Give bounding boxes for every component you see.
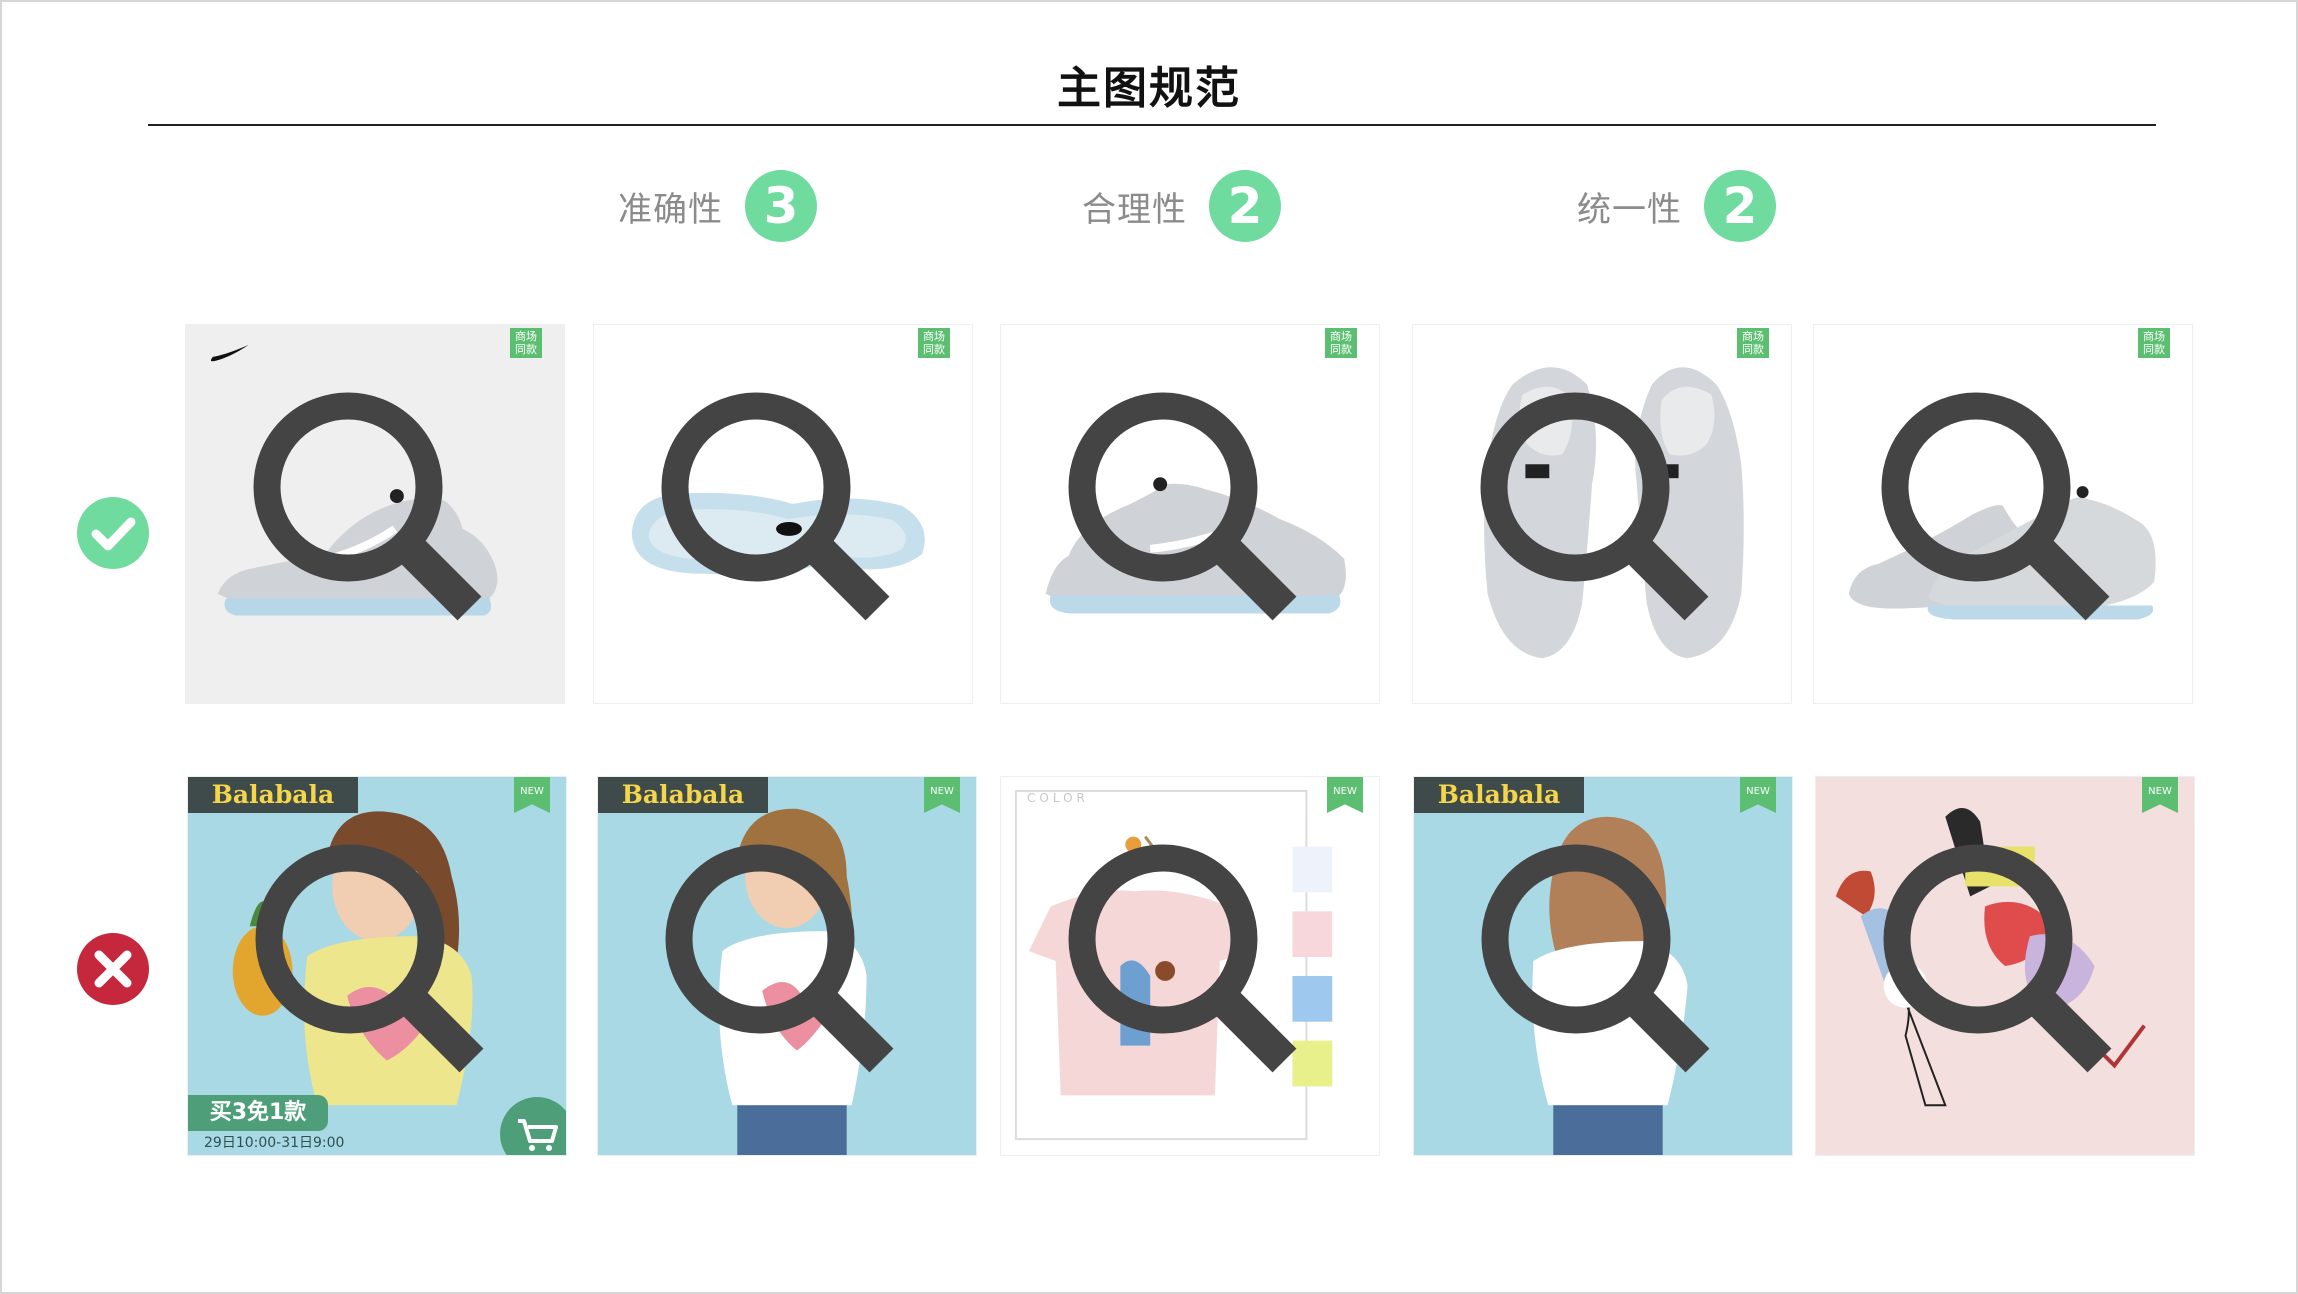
zoom-icon[interactable]	[188, 777, 566, 1155]
zoom-icon[interactable]	[1816, 777, 2194, 1155]
zoom-icon[interactable]	[598, 777, 976, 1155]
page-title: 主图规范	[1057, 63, 1241, 114]
kids-image-color-options[interactable]: COLOR NEW	[1000, 776, 1380, 1156]
zoom-icon[interactable]	[186, 325, 564, 703]
kids-image-back[interactable]: Balabala NEW	[1413, 776, 1793, 1156]
criterion-consistency: 统一性 2	[1577, 170, 1776, 242]
kids-image-front[interactable]: Balabala NEW	[597, 776, 977, 1156]
kids-image-pineapple[interactable]: Balabala NEW 买3免1款 29日10:00-31日9:00	[187, 776, 567, 1156]
shoe-image-side[interactable]: 商场同款	[1000, 324, 1380, 704]
checkmark-circle-icon	[77, 497, 149, 569]
zoom-icon[interactable]	[1814, 325, 2192, 703]
shoe-image-top[interactable]: 商场同款	[1412, 324, 1792, 704]
criterion-accuracy: 准确性 3	[618, 170, 817, 242]
shoe-image-pair[interactable]: 商场同款	[1813, 324, 2193, 704]
shoe-image-sole[interactable]: 商场同款	[593, 324, 973, 704]
criterion-label: 准确性	[618, 189, 723, 230]
zoom-icon[interactable]	[1413, 325, 1791, 703]
score-badge: 2	[1704, 170, 1776, 242]
kids-image-print-detail[interactable]: NEW	[1815, 776, 2195, 1156]
criterion-label: 合理性	[1082, 189, 1187, 230]
title-divider	[148, 124, 2156, 126]
zoom-icon[interactable]	[1001, 325, 1379, 703]
score-badge: 3	[745, 170, 817, 242]
criterion-label: 统一性	[1577, 189, 1682, 230]
zoom-icon[interactable]	[594, 325, 972, 703]
zoom-icon[interactable]	[1414, 777, 1792, 1155]
shoe-image-side-logo[interactable]: 商场同款	[185, 324, 565, 704]
x-circle-icon	[77, 933, 149, 1005]
score-badge: 2	[1209, 170, 1281, 242]
criterion-reasonableness: 合理性 2	[1082, 170, 1281, 242]
zoom-icon[interactable]	[1001, 777, 1379, 1155]
